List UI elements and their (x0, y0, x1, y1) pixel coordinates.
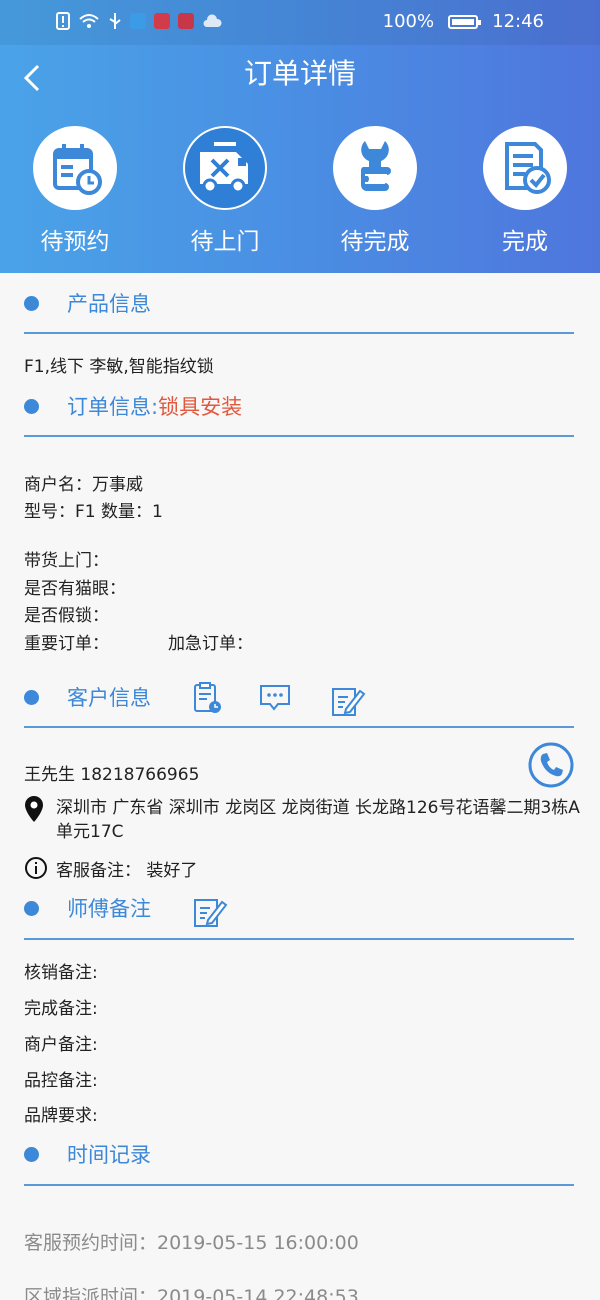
status-bar: 100% 12:46 (0, 0, 600, 45)
divider (24, 938, 574, 940)
step-pending-visit[interactable]: 待上门 (150, 126, 300, 256)
section-dot (24, 689, 39, 705)
section-dot (24, 398, 39, 414)
edit-master-note-button[interactable] (192, 894, 228, 928)
section-header-order: 订单信息:锁具安装 (24, 391, 242, 421)
section-dot (24, 1146, 39, 1162)
divider (24, 1184, 574, 1186)
section-header-customer: 客户信息 (24, 682, 151, 712)
phone-icon (528, 742, 574, 788)
brand-requirement-field: 品牌要求: (24, 1106, 98, 1126)
edit-note-icon (194, 899, 228, 927)
info-icon (25, 857, 47, 879)
step-pending-appointment[interactable]: 待预约 (0, 126, 150, 256)
section-title: 订单信息:锁具安装 (67, 391, 242, 421)
divider (24, 332, 574, 334)
section-header-master: 师傅备注 (24, 893, 151, 923)
calendar-clock-icon (53, 144, 102, 195)
section-dot (24, 295, 39, 311)
status-icons (56, 12, 222, 30)
step-circle (33, 126, 117, 210)
sim-alert-icon (56, 12, 70, 30)
section-title: 客户信息 (67, 686, 151, 710)
divider (24, 726, 574, 728)
call-button[interactable] (527, 741, 575, 789)
customer-name-phone: 王先生 18218766965 (24, 765, 200, 785)
message-button[interactable] (258, 681, 292, 715)
edit-note-icon (332, 688, 366, 716)
peephole-field: 是否有猫眼： (24, 579, 126, 599)
app-notify-icon (130, 13, 146, 29)
important-order-field: 重要订单： (24, 634, 109, 654)
order-progress-steps: 待预约 待上门 待完成 完成 (0, 126, 600, 266)
customer-address: 深圳市 广东省 深圳市 龙岗区 龙岗街道 长龙路126号花语馨二期3栋A单元17… (56, 798, 580, 842)
order-type: 锁具安装 (158, 395, 243, 419)
battery-percent: 100% (382, 11, 435, 32)
verify-note-field: 核销备注: (24, 963, 98, 983)
fake-lock-field: 是否假锁： (24, 606, 109, 626)
page-title: 订单详情 (243, 57, 356, 90)
status-right: 100% 12:46 (383, 11, 544, 32)
divider (24, 435, 574, 437)
step-label: 待预约 (40, 229, 110, 255)
header: 100% 12:46 订单详情 待预约 待上门 待完成 完成 (0, 0, 600, 273)
dispatch-time-record: 区域指派时间：2019-05-14 22:48:53 (24, 1286, 359, 1300)
document-check-icon (505, 142, 551, 194)
service-truck-icon (200, 142, 248, 194)
clock: 12:46 (492, 11, 544, 32)
schedule-note-button[interactable] (190, 681, 224, 715)
section-title: 师傅备注 (67, 897, 151, 921)
quality-note-field: 品控备注: (24, 1071, 98, 1091)
product-line: F1,线下 李敏,智能指纹锁 (24, 357, 214, 377)
battery-icon (448, 14, 482, 29)
step-circle-active (183, 126, 267, 210)
step-complete[interactable]: 完成 (450, 126, 600, 256)
appointment-time-record: 客服预约时间：2019-05-15 16:00:00 (24, 1232, 359, 1254)
merchant-note-field: 商户备注: (24, 1035, 98, 1055)
book-notify-icon (154, 13, 170, 29)
urgent-order-field: 加急订单： (168, 634, 253, 654)
step-label: 完成 (502, 229, 548, 255)
merchant-name: 商户名：万事威 (24, 475, 143, 495)
edit-customer-note-button[interactable] (330, 683, 366, 717)
section-dot (24, 900, 39, 916)
step-circle (333, 126, 417, 210)
clipboard-clock-icon (194, 682, 221, 713)
step-label: 待完成 (340, 229, 410, 255)
complete-note-field: 完成备注: (24, 999, 98, 1019)
wrench-hand-icon (360, 141, 391, 191)
wifi-icon (79, 14, 99, 28)
location-pin-icon (25, 796, 43, 822)
usb-icon (109, 13, 121, 29)
section-title: 产品信息 (67, 292, 151, 316)
service-note: 客服备注： 装好了 (56, 861, 198, 881)
order-title: 订单信息: (67, 395, 159, 419)
chat-bubble-icon (260, 685, 290, 711)
step-pending-complete[interactable]: 待完成 (300, 126, 450, 256)
step-label: 待上门 (190, 229, 260, 255)
model-quantity: 型号：F1 数量：1 (24, 502, 163, 522)
car-notify-icon (178, 13, 194, 29)
cloud-icon (203, 14, 222, 27)
section-header-time: 时间记录 (24, 1139, 151, 1169)
bring-goods-field: 带货上门： (24, 551, 109, 571)
section-header-product: 产品信息 (24, 288, 151, 318)
section-title: 时间记录 (67, 1143, 151, 1167)
step-circle (483, 126, 567, 210)
